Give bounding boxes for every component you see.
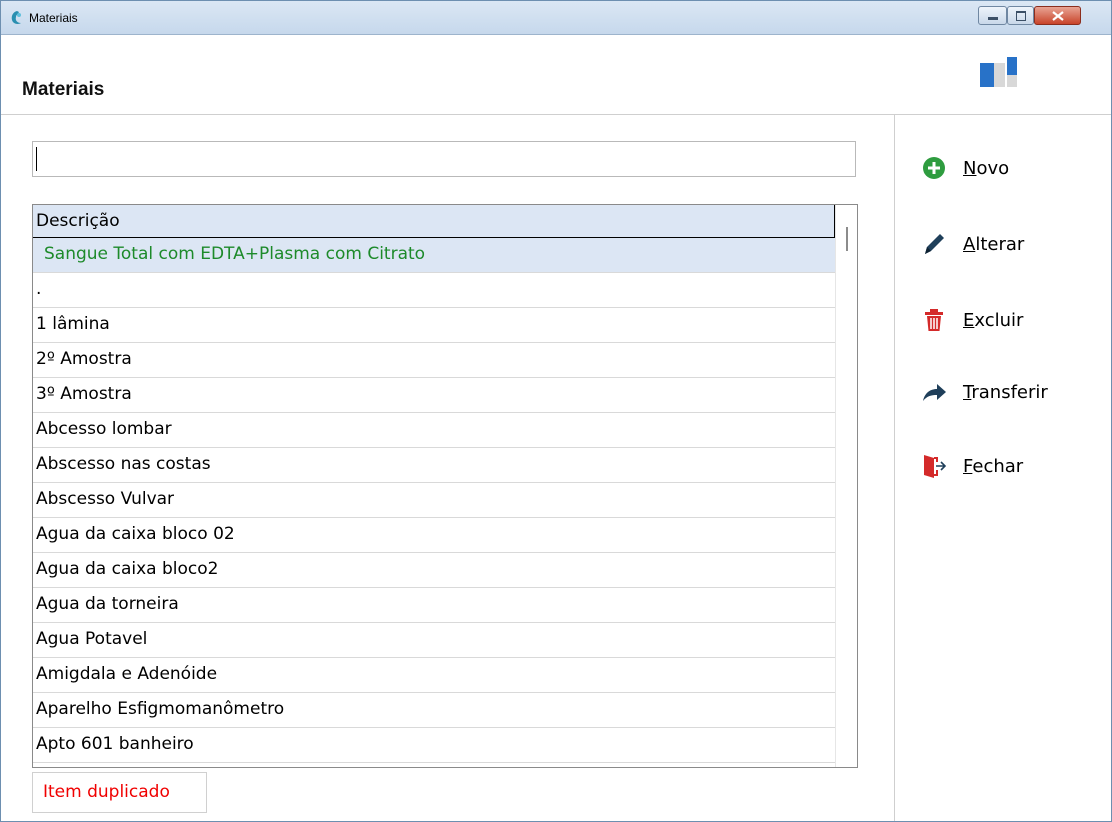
minimize-icon [988,17,998,20]
column-header-descricao[interactable]: Descrição [33,205,835,238]
book-icon[interactable] [980,57,1020,89]
edit-button[interactable]: Alterar [919,229,1104,261]
minimize-button[interactable] [978,6,1007,25]
row-text: Agua da caixa bloco 02 [36,524,235,544]
materials-grid[interactable]: Descrição Sangue Total com EDTA+Plasma c… [32,204,858,768]
delete-button[interactable]: Excluir [919,305,1104,337]
transfer-button-label: Transferir [963,382,1048,403]
table-row[interactable]: Apto 601 banheiro [33,728,835,763]
column-header-label: Descrição [36,211,120,231]
table-row[interactable]: 3º Amostra [33,378,835,413]
scrollbar-thumb[interactable] [846,227,848,251]
table-row[interactable]: Abscesso nas costas [33,448,835,483]
status-message: Item duplicado [43,782,170,802]
vertical-scrollbar[interactable] [835,205,857,767]
trash-icon [925,309,943,331]
list-pane: Descrição Sangue Total com EDTA+Plasma c… [1,115,894,821]
row-text: Agua Potavel [36,629,148,649]
add-circle-icon [923,157,945,179]
row-text: Apto 601 banheiro [36,734,194,754]
table-row[interactable]: 1 lâmina [33,308,835,343]
row-text: . [36,279,42,299]
table-row[interactable]: Aparelho Esfigmomanômetro [33,693,835,728]
grid-rows: Sangue Total com EDTA+Plasma com Citrato… [33,238,835,763]
exit-door-icon [924,455,947,478]
row-text: Abscesso nas costas [36,454,211,474]
table-row[interactable]: Sangue Total com EDTA+Plasma com Citrato [33,238,835,273]
table-row[interactable]: Abscesso Vulvar [33,483,835,518]
row-text: Agua da caixa bloco2 [36,559,219,579]
pencil-icon [925,234,944,254]
window-title: Materiais [29,11,78,25]
table-row[interactable]: Agua da caixa bloco2 [33,553,835,588]
table-row[interactable]: Amigdala e Adenóide [33,658,835,693]
table-row[interactable]: 2º Amostra [33,343,835,378]
app-logo-icon [11,11,21,24]
new-button-label: Novo [963,158,1010,179]
edit-button-label: Alterar [963,234,1025,255]
title-bar[interactable]: Materiais [1,1,1111,35]
page-header: Materiais [1,35,1111,115]
app-window: Materiais Materiais Descrição Sangue Tot… [0,0,1112,822]
delete-button-label: Excluir [963,310,1024,331]
table-row[interactable]: Agua Potavel [33,623,835,658]
close-form-button[interactable]: Fechar [919,451,1104,483]
status-message-box: Item duplicado [32,772,207,813]
table-row[interactable]: Agua da caixa bloco 02 [33,518,835,553]
row-text: Sangue Total com EDTA+Plasma com Citrato [44,244,426,264]
row-text: Agua da torneira [36,594,179,614]
row-text: Aparelho Esfigmomanômetro [36,699,285,719]
table-row[interactable]: Abcesso lombar [33,413,835,448]
actions-pane: Novo Alterar Excluir Transferir Fechar [894,115,1112,821]
maximize-button[interactable] [1007,6,1034,25]
share-arrow-icon [923,384,946,401]
row-text: Amigdala e Adenóide [36,664,218,684]
row-text: Abscesso Vulvar [36,489,175,509]
close-form-button-label: Fechar [963,456,1024,477]
maximize-icon [1016,11,1026,21]
new-button[interactable]: Novo [919,153,1104,185]
row-text: 1 lâmina [36,314,110,334]
row-text: Abcesso lombar [36,419,172,439]
text-caret [36,147,37,171]
page-title: Materiais [22,79,105,100]
table-row[interactable]: . [33,273,835,308]
close-button[interactable] [1034,6,1081,25]
search-input[interactable] [32,141,856,177]
table-row[interactable]: Agua da torneira [33,588,835,623]
close-icon [1052,11,1064,21]
row-text: 3º Amostra [36,384,132,404]
row-text: 2º Amostra [36,349,132,369]
transfer-button[interactable]: Transferir [919,377,1104,409]
